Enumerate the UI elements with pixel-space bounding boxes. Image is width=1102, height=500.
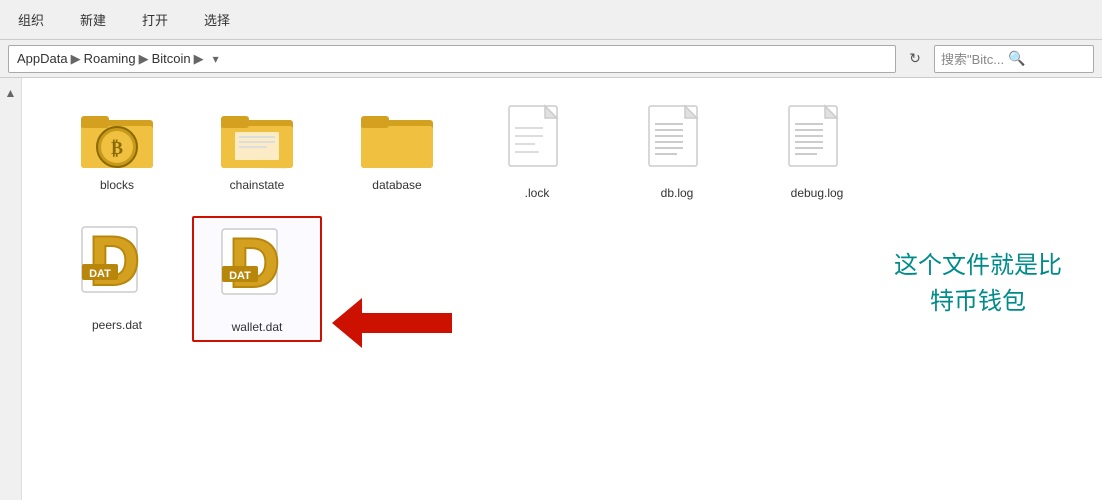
red-arrow xyxy=(332,298,452,353)
lock-label: .lock xyxy=(525,186,550,200)
svg-text:DAT: DAT xyxy=(89,268,111,280)
file-item-chainstate[interactable]: chainstate xyxy=(192,98,322,206)
file-item-lock[interactable]: .lock xyxy=(472,98,602,206)
toolbar: 组织 新建 打开 选择 xyxy=(0,0,1102,40)
peersdat-label: peers.dat xyxy=(92,318,142,332)
path-sep-1: ▶ xyxy=(71,51,81,67)
organize-button[interactable]: 组织 xyxy=(0,6,62,33)
chainstate-folder-icon xyxy=(217,104,297,172)
debuglog-file-icon xyxy=(787,104,847,180)
dblog-label: db.log xyxy=(661,186,694,200)
nav-up-arrow[interactable]: ▲ xyxy=(5,86,17,100)
address-bar: AppData ▶ Roaming ▶ Bitcoin ▶ ▾ ↻ 搜索"Bit… xyxy=(0,40,1102,78)
path-appdata[interactable]: AppData xyxy=(17,51,68,66)
search-box[interactable]: 搜索"Bitc... 🔍 xyxy=(934,45,1094,73)
path-bitcoin[interactable]: Bitcoin xyxy=(152,51,191,66)
chainstate-label: chainstate xyxy=(230,178,285,192)
path-sep-3: ▶ xyxy=(194,51,204,67)
path-sep-2: ▶ xyxy=(139,51,149,67)
refresh-button[interactable]: ↻ xyxy=(902,46,928,72)
blocks-label: blocks xyxy=(100,178,134,192)
search-placeholder-text: 搜索"Bitc... xyxy=(941,49,1004,68)
left-nav: ▲ xyxy=(0,78,22,500)
peersdat-file-icon: D D DAT xyxy=(72,222,162,312)
lock-file-icon xyxy=(507,104,567,180)
file-item-dblog[interactable]: db.log xyxy=(612,98,742,206)
address-path[interactable]: AppData ▶ Roaming ▶ Bitcoin ▶ ▾ xyxy=(8,45,896,73)
annotation-text: 这个文件就是比特币钱包 xyxy=(894,248,1062,320)
file-grid: ₿ blocks chainstate xyxy=(22,78,1102,500)
walletdat-file-icon: D D DAT xyxy=(212,224,302,314)
open-button[interactable]: 打开 xyxy=(124,6,186,33)
path-roaming[interactable]: Roaming xyxy=(84,51,136,66)
debuglog-label: debug.log xyxy=(791,186,844,200)
svg-text:D: D xyxy=(90,223,139,299)
svg-text:DAT: DAT xyxy=(229,270,251,282)
blocks-folder-icon: ₿ xyxy=(77,104,157,172)
select-button[interactable]: 选择 xyxy=(186,6,248,33)
search-icon: 🔍 xyxy=(1008,50,1025,67)
file-item-walletdat[interactable]: D D DAT wallet.dat xyxy=(192,216,322,342)
database-label: database xyxy=(372,178,421,192)
svg-text:₿: ₿ xyxy=(111,138,123,158)
file-item-database[interactable]: database xyxy=(332,98,462,206)
main-content: ▲ ₿ blocks xyxy=(0,78,1102,500)
new-button[interactable]: 新建 xyxy=(62,6,124,33)
dblog-file-icon xyxy=(647,104,707,180)
database-folder-icon xyxy=(357,104,437,172)
svg-text:D: D xyxy=(230,225,279,301)
file-item-blocks[interactable]: ₿ blocks xyxy=(52,98,182,206)
address-dropdown-chevron[interactable]: ▾ xyxy=(207,52,225,66)
file-item-debuglog[interactable]: debug.log xyxy=(752,98,882,206)
walletdat-label: wallet.dat xyxy=(232,320,283,334)
file-item-peersdat[interactable]: D D DAT peers.dat xyxy=(52,216,182,342)
